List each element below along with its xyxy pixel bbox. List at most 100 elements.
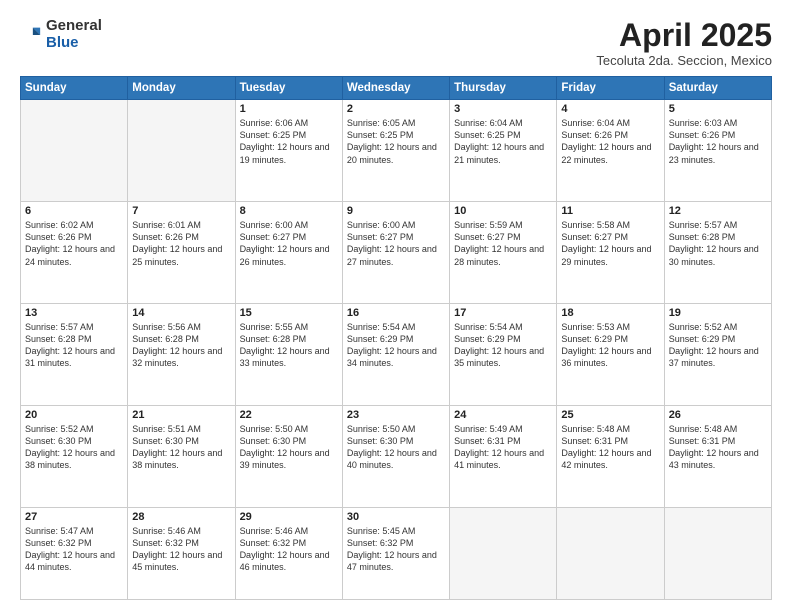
calendar-day-cell: 12Sunrise: 5:57 AMSunset: 6:28 PMDayligh… — [664, 202, 771, 304]
day-info: Sunrise: 5:58 AMSunset: 6:27 PMDaylight:… — [561, 219, 659, 268]
day-number: 15 — [240, 307, 338, 319]
calendar-day-cell: 24 Sunrise: 5:49 AMSunset: 6:31 PMDayligh… — [450, 406, 557, 508]
calendar-day-cell: 25Sunrise: 5:48 AMSunset: 6:31 PMDayligh… — [557, 406, 664, 508]
day-info: Sunrise: 5:46 AMSunset: 6:32 PMDaylight:… — [132, 525, 230, 574]
day-info: Sunrise: 5:54 AMSunset: 6:29 PMDaylight:… — [347, 321, 445, 370]
calendar-week-row: 13 Sunrise: 5:57 AMSunset: 6:28 PMDayligh… — [21, 304, 772, 406]
calendar-day-cell: 6Sunrise: 6:02 AMSunset: 6:26 PMDaylight… — [21, 202, 128, 304]
day-number: 26 — [669, 409, 767, 421]
day-number: 1 — [240, 103, 338, 115]
day-number: 13 — [25, 307, 123, 319]
day-info: Sunrise: 5:48 AMSunset: 6:31 PMDaylight:… — [669, 423, 767, 472]
day-number: 4 — [561, 103, 659, 115]
day-info: Sunrise: 5:45 AMSunset: 6:32 PMDaylight:… — [347, 525, 445, 574]
calendar-day-cell: 27Sunrise: 5:47 AMSunset: 6:32 PMDayligh… — [21, 507, 128, 599]
calendar-day-cell: 3 Sunrise: 6:04 AMSunset: 6:25 PMDaylight… — [450, 100, 557, 202]
calendar-day-cell: 22 Sunrise: 5:50 AMSunset: 6:30 PMDayligh… — [235, 406, 342, 508]
day-header-friday: Friday — [557, 77, 664, 100]
day-info: Sunrise: 5:50 AMSunset: 6:30 PMDaylight:… — [240, 423, 338, 472]
calendar-table: SundayMondayTuesdayWednesdayThursdayFrid… — [20, 76, 772, 600]
day-info: Sunrise: 5:57 AMSunset: 6:28 PMDaylight:… — [25, 321, 123, 370]
day-number: 19 — [669, 307, 767, 319]
day-number: 22 — [240, 409, 338, 421]
calendar-day-cell: 16Sunrise: 5:54 AMSunset: 6:29 PMDayligh… — [342, 304, 449, 406]
calendar-day-cell: 30 Sunrise: 5:45 AMSunset: 6:32 PMDayligh… — [342, 507, 449, 599]
calendar-day-cell: 5Sunrise: 6:03 AMSunset: 6:26 PMDaylight… — [664, 100, 771, 202]
calendar-day-cell: 23Sunrise: 5:50 AMSunset: 6:30 PMDayligh… — [342, 406, 449, 508]
day-number: 24 — [454, 409, 552, 421]
day-header-tuesday: Tuesday — [235, 77, 342, 100]
calendar-day-cell: 8Sunrise: 6:00 AMSunset: 6:27 PMDaylight… — [235, 202, 342, 304]
day-info: Sunrise: 5:56 AMSunset: 6:28 PMDaylight:… — [132, 321, 230, 370]
calendar-day-cell: 15 Sunrise: 5:55 AMSunset: 6:28 PMDayligh… — [235, 304, 342, 406]
logo-general-text: General — [46, 17, 102, 34]
title-area: April 2025 Tecoluta 2da. Seccion, Mexico — [596, 18, 772, 68]
day-number: 17 — [454, 307, 552, 319]
calendar-day-cell: 20 Sunrise: 5:52 AMSunset: 6:30 PMDayligh… — [21, 406, 128, 508]
calendar-day-cell: 21 Sunrise: 5:51 AMSunset: 6:30 PMDayligh… — [128, 406, 235, 508]
day-number: 10 — [454, 205, 552, 217]
calendar-day-cell — [557, 507, 664, 599]
calendar-day-cell — [128, 100, 235, 202]
day-header-thursday: Thursday — [450, 77, 557, 100]
day-number: 23 — [347, 409, 445, 421]
calendar-week-row: 27Sunrise: 5:47 AMSunset: 6:32 PMDayligh… — [21, 507, 772, 599]
calendar-day-cell: 10 Sunrise: 5:59 AMSunset: 6:27 PMDayligh… — [450, 202, 557, 304]
calendar-day-cell: 13 Sunrise: 5:57 AMSunset: 6:28 PMDayligh… — [21, 304, 128, 406]
day-info: Sunrise: 5:46 AMSunset: 6:32 PMDaylight:… — [240, 525, 338, 574]
calendar-day-cell: 26 Sunrise: 5:48 AMSunset: 6:31 PMDayligh… — [664, 406, 771, 508]
day-number: 11 — [561, 205, 659, 217]
calendar-header-row: SundayMondayTuesdayWednesdayThursdayFrid… — [21, 77, 772, 100]
day-info: Sunrise: 5:54 AMSunset: 6:29 PMDaylight:… — [454, 321, 552, 370]
day-number: 7 — [132, 205, 230, 217]
day-number: 2 — [347, 103, 445, 115]
day-header-saturday: Saturday — [664, 77, 771, 100]
day-info: Sunrise: 5:53 AMSunset: 6:29 PMDaylight:… — [561, 321, 659, 370]
day-info: Sunrise: 6:02 AMSunset: 6:26 PMDaylight:… — [25, 219, 123, 268]
calendar-day-cell: 9Sunrise: 6:00 AMSunset: 6:27 PMDaylight… — [342, 202, 449, 304]
day-number: 20 — [25, 409, 123, 421]
calendar-week-row: 6Sunrise: 6:02 AMSunset: 6:26 PMDaylight… — [21, 202, 772, 304]
calendar-day-cell: 18Sunrise: 5:53 AMSunset: 6:29 PMDayligh… — [557, 304, 664, 406]
day-header-monday: Monday — [128, 77, 235, 100]
calendar-day-cell: 14 Sunrise: 5:56 AMSunset: 6:28 PMDayligh… — [128, 304, 235, 406]
calendar-week-row: 1 Sunrise: 6:06 AMSunset: 6:25 PMDaylight… — [21, 100, 772, 202]
day-header-wednesday: Wednesday — [342, 77, 449, 100]
day-number: 21 — [132, 409, 230, 421]
day-info: Sunrise: 6:04 AMSunset: 6:25 PMDaylight:… — [454, 117, 552, 166]
day-info: Sunrise: 6:00 AMSunset: 6:27 PMDaylight:… — [240, 219, 338, 268]
calendar-day-cell: 2Sunrise: 6:05 AMSunset: 6:25 PMDaylight… — [342, 100, 449, 202]
day-info: Sunrise: 5:59 AMSunset: 6:27 PMDaylight:… — [454, 219, 552, 268]
day-info: Sunrise: 5:55 AMSunset: 6:28 PMDaylight:… — [240, 321, 338, 370]
location: Tecoluta 2da. Seccion, Mexico — [596, 53, 772, 68]
day-number: 5 — [669, 103, 767, 115]
day-number: 14 — [132, 307, 230, 319]
day-number: 3 — [454, 103, 552, 115]
day-info: Sunrise: 6:04 AMSunset: 6:26 PMDaylight:… — [561, 117, 659, 166]
day-header-sunday: Sunday — [21, 77, 128, 100]
day-info: Sunrise: 5:52 AMSunset: 6:30 PMDaylight:… — [25, 423, 123, 472]
day-number: 30 — [347, 511, 445, 523]
day-info: Sunrise: 5:51 AMSunset: 6:30 PMDaylight:… — [132, 423, 230, 472]
calendar-day-cell: 4 Sunrise: 6:04 AMSunset: 6:26 PMDaylight… — [557, 100, 664, 202]
month-title: April 2025 — [596, 18, 772, 53]
logo-icon — [20, 24, 42, 46]
day-number: 25 — [561, 409, 659, 421]
day-number: 27 — [25, 511, 123, 523]
day-number: 29 — [240, 511, 338, 523]
calendar-day-cell: 17 Sunrise: 5:54 AMSunset: 6:29 PMDayligh… — [450, 304, 557, 406]
day-info: Sunrise: 6:06 AMSunset: 6:25 PMDaylight:… — [240, 117, 338, 166]
day-number: 12 — [669, 205, 767, 217]
logo-blue-text: Blue — [46, 34, 79, 51]
calendar-day-cell: 28Sunrise: 5:46 AMSunset: 6:32 PMDayligh… — [128, 507, 235, 599]
calendar-day-cell — [450, 507, 557, 599]
day-info: Sunrise: 6:00 AMSunset: 6:27 PMDaylight:… — [347, 219, 445, 268]
calendar-day-cell: 7Sunrise: 6:01 AMSunset: 6:26 PMDaylight… — [128, 202, 235, 304]
calendar-day-cell — [664, 507, 771, 599]
page: General Blue April 2025 Tecoluta 2da. Se… — [0, 0, 792, 612]
day-info: Sunrise: 5:49 AMSunset: 6:31 PMDaylight:… — [454, 423, 552, 472]
calendar-day-cell: 1 Sunrise: 6:06 AMSunset: 6:25 PMDaylight… — [235, 100, 342, 202]
calendar-day-cell: 29 Sunrise: 5:46 AMSunset: 6:32 PMDayligh… — [235, 507, 342, 599]
calendar-day-cell: 19Sunrise: 5:52 AMSunset: 6:29 PMDayligh… — [664, 304, 771, 406]
header: General Blue April 2025 Tecoluta 2da. Se… — [20, 18, 772, 68]
